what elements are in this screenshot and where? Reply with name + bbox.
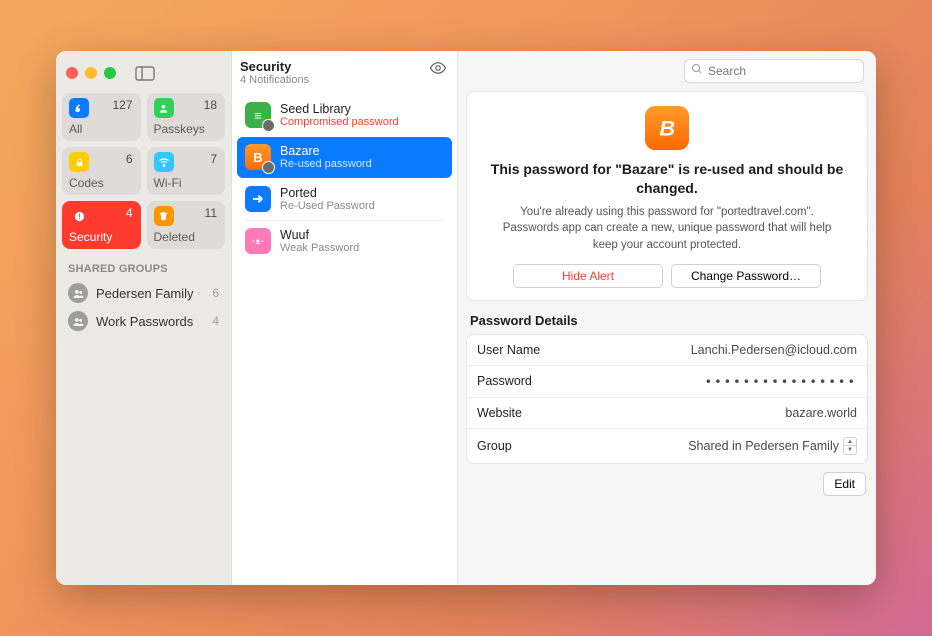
group-name: Pedersen Family (96, 286, 194, 301)
username-row[interactable]: User Name Lanchi.Pedersen@icloud.com (467, 335, 867, 365)
tile-passkeys[interactable]: 18 Passkeys (147, 93, 226, 141)
item-sub: Weak Password (280, 242, 359, 254)
group-pedersen-family[interactable]: Pedersen Family 6 (56, 279, 231, 307)
website-label: Website (477, 406, 522, 420)
tile-label: Passkeys (154, 122, 205, 136)
group-stepper[interactable]: ▲ ▼ (843, 437, 857, 455)
group-label: Group (477, 439, 512, 453)
group-work-passwords[interactable]: Work Passwords 4 (56, 307, 231, 335)
alert-body: You're already using this password for "… (483, 204, 851, 254)
chevron-down-icon: ▼ (844, 446, 856, 454)
list-item-ported[interactable]: ➜ PortedRe-Used Password (237, 179, 452, 220)
security-list: ≡ Seed LibraryCompromised password B Bazare… (232, 92, 457, 265)
tile-count: 7 (210, 152, 217, 166)
password-details: Password Details User Name Lanchi.Peders… (466, 313, 868, 496)
group-value: Shared in Pedersen Family (688, 439, 839, 453)
titlebar (56, 59, 231, 87)
group-row[interactable]: Group Shared in Pedersen Family ▲ ▼ (467, 428, 867, 463)
website-row[interactable]: Website bazare.world (467, 397, 867, 428)
list-item-wuuf[interactable]: ･ᴥ･ WuufWeak Password (237, 221, 452, 262)
tile-label: Codes (69, 176, 104, 190)
visibility-icon[interactable] (429, 59, 447, 82)
close-window-button[interactable] (66, 67, 78, 79)
list-header: Security 4 Notifications (232, 51, 457, 92)
tile-all[interactable]: 127 All (62, 93, 141, 141)
item-sub: Re-Used Password (280, 200, 375, 212)
chevron-up-icon: ▲ (844, 438, 856, 447)
key-icon (69, 98, 89, 118)
shared-groups: Pedersen Family 6 Work Passwords 4 (56, 279, 231, 335)
tile-count: 11 (205, 206, 217, 220)
alert-icon (69, 206, 89, 226)
sidebar-toggle-icon[interactable] (134, 64, 156, 82)
search-input[interactable] (708, 64, 863, 78)
app-icon: B (245, 144, 271, 170)
tile-label: Deleted (154, 230, 195, 244)
list-title: Security (240, 59, 309, 74)
category-tiles: 127 All 18 Passkeys 6 Codes 7 Wi-Fi 4 Security 11 D… (56, 87, 231, 259)
trash-icon (154, 206, 174, 226)
item-name: Seed Library (280, 102, 399, 116)
tile-codes[interactable]: 6 Codes (62, 147, 141, 195)
tile-count: 18 (204, 98, 217, 112)
shared-badge-icon (262, 161, 275, 174)
list-item-bazare[interactable]: B BazareRe-used password (237, 137, 452, 178)
minimize-window-button[interactable] (85, 67, 97, 79)
app-window: 127 All 18 Passkeys 6 Codes 7 Wi-Fi 4 Security 11 D… (56, 51, 876, 585)
tile-count: 127 (112, 98, 132, 112)
alert-title: This password for "Bazare" is re-used an… (483, 160, 851, 198)
bazare-app-icon: B (645, 106, 689, 150)
password-value: •••••••••••••••• (705, 374, 857, 389)
detail-panel: B This password for "Bazare" is re-used … (458, 51, 876, 585)
hide-alert-button[interactable]: Hide Alert (513, 264, 663, 288)
people-icon (68, 283, 88, 303)
security-alert-card: B This password for "Bazare" is re-used … (466, 91, 868, 301)
app-icon: ➜ (245, 186, 271, 212)
tile-security[interactable]: 4 Security (62, 201, 141, 249)
lock-icon (69, 152, 89, 172)
group-count: 4 (212, 314, 219, 328)
search-icon (691, 62, 703, 80)
password-row[interactable]: Password •••••••••••••••• (467, 365, 867, 397)
tile-deleted[interactable]: 11 Deleted (147, 201, 226, 249)
window-controls (66, 67, 116, 79)
search-field[interactable] (684, 59, 864, 83)
change-password-button[interactable]: Change Password… (671, 264, 821, 288)
tile-label: Security (69, 230, 112, 244)
group-name: Work Passwords (96, 314, 193, 329)
svg-text:B: B (659, 116, 675, 141)
website-value: bazare.world (785, 406, 857, 420)
item-sub: Re-used password (280, 158, 372, 170)
username-label: User Name (477, 343, 540, 357)
tile-wifi[interactable]: 7 Wi-Fi (147, 147, 226, 195)
app-icon: ≡ (245, 102, 271, 128)
shared-badge-icon (262, 119, 275, 132)
item-sub: Compromised password (280, 116, 399, 128)
person-icon (154, 98, 174, 118)
app-icon: ･ᴥ･ (245, 228, 271, 254)
details-heading: Password Details (466, 313, 868, 334)
sidebar: 127 All 18 Passkeys 6 Codes 7 Wi-Fi 4 Security 11 D… (56, 51, 232, 585)
password-label: Password (477, 374, 532, 388)
item-name: Bazare (280, 144, 372, 158)
tile-count: 4 (126, 206, 133, 220)
wifi-icon (154, 152, 174, 172)
item-name: Wuuf (280, 228, 359, 242)
tile-label: All (69, 122, 82, 136)
tile-count: 6 (126, 152, 133, 166)
shared-groups-label: SHARED GROUPS (56, 259, 231, 279)
username-value: Lanchi.Pedersen@icloud.com (691, 343, 857, 357)
edit-button[interactable]: Edit (823, 472, 866, 496)
people-icon (68, 311, 88, 331)
tile-label: Wi-Fi (154, 176, 182, 190)
list-item-seed-library[interactable]: ≡ Seed LibraryCompromised password (237, 95, 452, 136)
item-name: Ported (280, 186, 375, 200)
item-list-panel: Security 4 Notifications ≡ Seed LibraryCo… (232, 51, 458, 585)
group-count: 6 (212, 286, 219, 300)
list-subtitle: 4 Notifications (240, 74, 309, 86)
zoom-window-button[interactable] (104, 67, 116, 79)
